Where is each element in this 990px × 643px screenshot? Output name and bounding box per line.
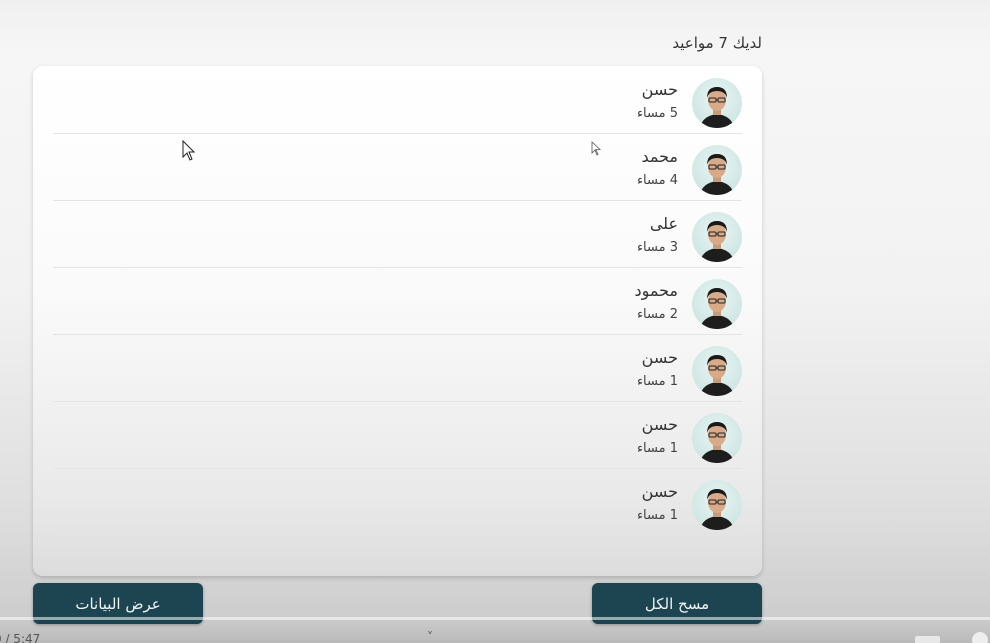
appointment-name: حسن <box>641 415 678 434</box>
list-item[interactable]: حسن 1 مساء <box>53 334 742 402</box>
appointment-name: حسن <box>641 482 678 501</box>
appointment-name: حسن <box>641 80 678 99</box>
appointment-time: 1 مساء <box>636 374 678 389</box>
mouse-cursor-icon <box>182 140 196 161</box>
appointment-time: 1 مساء <box>636 508 678 523</box>
appointment-name: على <box>649 214 678 233</box>
chevron-down-icon[interactable]: ˅ <box>427 630 433 643</box>
video-progress-bar[interactable] <box>0 617 990 620</box>
appointments-list: حسن 5 مساء محمد 4 مساء على 3 مساء محمود … <box>33 66 762 576</box>
list-item[interactable]: محمود 2 مساء <box>53 267 742 335</box>
list-item[interactable]: حسن 5 مساء <box>53 66 742 134</box>
appointment-time: 3 مساء <box>636 240 678 255</box>
avatar <box>692 279 742 329</box>
list-item[interactable]: حسن 1 مساء <box>53 468 742 536</box>
list-item[interactable]: حسن 1 مساء <box>53 401 742 469</box>
appointment-time: 2 مساء <box>636 307 678 322</box>
mouse-cursor-icon <box>591 141 601 156</box>
appointments-count-title: لديك 7 مواعيد <box>672 34 762 52</box>
appointment-name: محمد <box>641 147 678 166</box>
appointment-name: محمود <box>634 281 678 300</box>
avatar <box>692 212 742 262</box>
captions-icon[interactable] <box>915 636 940 643</box>
video-controls-bar <box>0 617 990 643</box>
appointment-time: 4 مساء <box>636 173 678 188</box>
gear-icon[interactable] <box>972 632 988 643</box>
app-screen: لديك 7 مواعيد حسن 5 مساء محمد 4 مساء على… <box>0 0 990 643</box>
appointment-time: 1 مساء <box>636 441 678 456</box>
appointment-time: 5 مساء <box>636 106 678 121</box>
list-item[interactable]: على 3 مساء <box>53 200 742 268</box>
avatar <box>692 346 742 396</box>
avatar <box>692 413 742 463</box>
appointment-name: حسن <box>641 348 678 367</box>
video-time-display: 0 / 5:47 <box>0 632 41 643</box>
avatar <box>692 78 742 128</box>
avatar <box>692 480 742 530</box>
list-item[interactable]: محمد 4 مساء <box>53 133 742 201</box>
avatar <box>692 145 742 195</box>
